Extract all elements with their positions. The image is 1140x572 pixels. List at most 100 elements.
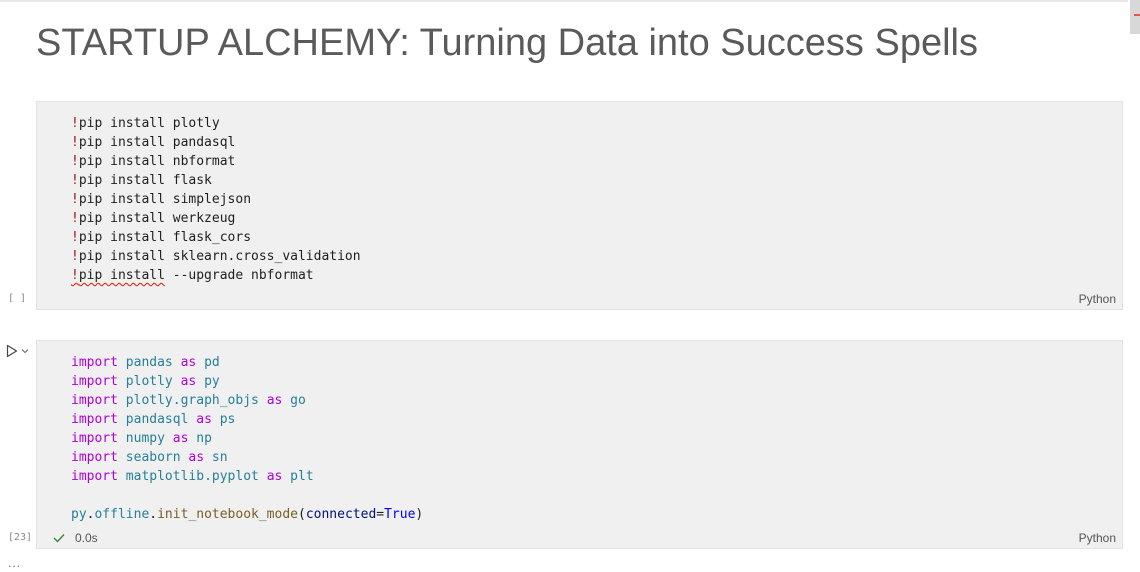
code-line: import pandas as pd <box>71 353 423 372</box>
code-line: import plotly.graph_objs as go <box>71 391 423 410</box>
keyword: as <box>180 374 197 389</box>
shell-bang: ! <box>71 135 79 150</box>
shell-command: pip install <box>78 192 165 207</box>
code-cell-imports[interactable]: import pandas as pd import plotly as py im… <box>36 340 1123 549</box>
execution-time: 0.0s <box>75 531 98 545</box>
boolean-literal: True <box>384 507 416 522</box>
module-name: pandas <box>125 355 173 370</box>
shell-arg: --upgrade nbformat <box>164 268 314 283</box>
module-alias: np <box>196 431 212 446</box>
shell-bang: ! <box>71 116 79 131</box>
module-alias: py <box>204 374 220 389</box>
code-line: !pip install flask <box>71 171 361 190</box>
shell-command: pip install <box>78 249 165 264</box>
keyword: import <box>71 374 118 389</box>
run-cell-button[interactable] <box>6 343 30 359</box>
shell-command: pip install <box>78 135 165 150</box>
shell-arg: flask <box>164 173 212 188</box>
keyword: as <box>180 355 197 370</box>
punctuation: ) <box>415 507 424 522</box>
shell-arg: pandasql <box>164 135 236 150</box>
module-alias: sn <box>211 450 228 465</box>
code-line: !pip install --upgrade nbformat <box>71 266 361 285</box>
code-line: import matplotlib.pyplot as plt <box>71 467 423 486</box>
run-cell-icon[interactable] <box>6 344 18 358</box>
keyword: import <box>71 469 118 484</box>
notebook-title: STARTUP ALCHEMY: Turning Data into Succe… <box>36 22 978 64</box>
shell-bang: ! <box>71 154 79 169</box>
keyword: import <box>71 393 118 408</box>
module-name: pandasql <box>125 412 189 427</box>
module-name: numpy <box>125 431 165 446</box>
code-line: !pip install nbformat <box>71 152 361 171</box>
code-line: !pip install werkzeug <box>71 209 361 228</box>
cell-language-label[interactable]: Python <box>1079 292 1116 306</box>
shell-command: pip install <box>78 116 165 131</box>
shell-bang: ! <box>71 173 79 188</box>
top-divider <box>0 0 1128 2</box>
keyword: import <box>71 412 118 427</box>
module-alias: plt <box>290 469 314 484</box>
function-name: init_notebook_mode <box>157 507 298 522</box>
keyword: as <box>196 412 212 427</box>
shell-command: pip install <box>78 268 165 283</box>
code-line: import pandasql as ps <box>71 410 423 429</box>
execution-count: [23] <box>8 532 33 543</box>
cell-language-label[interactable]: Python <box>1079 531 1116 545</box>
code-line: !pip install pandasql <box>71 133 361 152</box>
shell-command: pip install <box>78 173 165 188</box>
shell-arg: sklearn.cross_validation <box>164 249 361 264</box>
module-name: seaborn <box>125 450 181 465</box>
execution-count: [ ] <box>8 293 27 304</box>
shell-arg: nbformat <box>164 154 236 169</box>
lint-error-underline[interactable]: !pip install <box>71 268 165 283</box>
punctuation: . <box>149 507 158 522</box>
shell-command: pip install <box>78 230 165 245</box>
code-line: !pip install simplejson <box>71 190 361 209</box>
scrollbar-thumb[interactable] <box>1130 0 1140 34</box>
code-line: !pip install plotly <box>71 114 361 133</box>
shell-bang: ! <box>71 268 79 283</box>
code-line: !pip install flask_cors <box>71 228 361 247</box>
checkmark-icon <box>53 534 65 543</box>
chevron-down-icon[interactable] <box>21 348 29 354</box>
punctuation: ( <box>298 507 306 522</box>
execution-status: 0.0s <box>53 531 98 545</box>
code-line: import plotly as py <box>71 372 423 391</box>
operator: = <box>376 507 385 522</box>
module-alias: go <box>290 393 306 408</box>
code-line: import seaborn as sn <box>71 448 423 467</box>
shell-bang: ! <box>71 192 79 207</box>
shell-arg: plotly <box>164 116 220 131</box>
module-name: plotly.graph_objs <box>125 393 259 408</box>
shell-bang: ! <box>71 211 79 226</box>
keyword: as <box>266 469 283 484</box>
shell-command: pip install <box>78 211 165 226</box>
shell-bang: ! <box>71 249 79 264</box>
shell-arg: simplejson <box>164 192 252 207</box>
module-name: matplotlib.pyplot <box>125 469 259 484</box>
scrollbar[interactable] <box>1130 0 1140 572</box>
keyword: as <box>172 431 189 446</box>
keyword: import <box>71 355 118 370</box>
module-name: plotly <box>125 374 173 389</box>
code-editor[interactable]: !pip install plotly !pip install pandasql… <box>71 114 361 285</box>
keyword: as <box>266 393 283 408</box>
shell-arg: flask_cors <box>164 230 252 245</box>
more-actions-indicator[interactable]: ... <box>8 556 21 570</box>
module-alias: ps <box>219 412 236 427</box>
object-name: py <box>71 507 87 522</box>
code-line: !pip install sklearn.cross_validation <box>71 247 361 266</box>
module-alias: pd <box>204 355 220 370</box>
code-cell-pip-installs[interactable]: !pip install plotly !pip install pandasql… <box>36 101 1123 310</box>
parameter-name: connected <box>305 507 377 522</box>
shell-arg: werkzeug <box>164 211 236 226</box>
code-line: py.offline.init_notebook_mode(connected=… <box>71 505 423 524</box>
code-editor[interactable]: import pandas as pd import plotly as py im… <box>71 353 423 524</box>
attribute-name: offline <box>94 507 150 522</box>
shell-bang: ! <box>71 230 79 245</box>
keyword: import <box>71 431 118 446</box>
shell-command: pip install <box>78 154 165 169</box>
scrollbar-error-marker <box>1134 14 1140 16</box>
